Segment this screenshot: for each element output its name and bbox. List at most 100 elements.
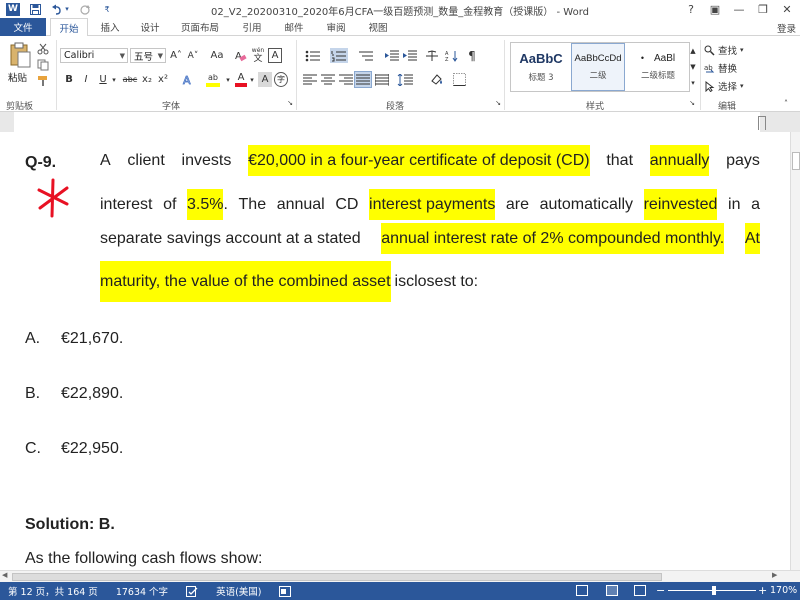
zoom-slider-thumb[interactable]: [712, 586, 716, 595]
question-text: A: [100, 152, 111, 169]
grow-font-button[interactable]: A˄: [168, 48, 184, 63]
show-marks-icon[interactable]: ¶: [464, 48, 480, 63]
print-layout-icon[interactable]: [606, 585, 618, 596]
proofing-icon[interactable]: [186, 585, 198, 597]
minimize-button[interactable]: —: [728, 1, 750, 17]
tab-layout[interactable]: 页面布局: [174, 18, 226, 36]
shading-icon[interactable]: [428, 72, 446, 87]
vertical-scrollbar[interactable]: [790, 132, 800, 570]
highlighted-text: reinvested: [643, 189, 718, 220]
collapse-ribbon-icon[interactable]: ˄: [780, 98, 792, 108]
restore-button[interactable]: ❐: [752, 1, 774, 17]
ribbon-tabs: 文件 开始 插入 设计 页面布局 引用 邮件 审阅 视图 登录: [0, 18, 800, 37]
phonetic-guide-button[interactable]: wén 文: [250, 46, 266, 64]
copy-icon[interactable]: [36, 58, 50, 72]
tab-references[interactable]: 引用: [236, 18, 268, 36]
select-button[interactable]: 选择 ▾: [704, 79, 744, 93]
zoom-in-button[interactable]: +: [758, 584, 767, 597]
text-run: of: [163, 196, 176, 214]
highlight-color-button[interactable]: ab: [204, 71, 222, 88]
styles-scroll-down-icon[interactable]: ▼: [688, 60, 698, 74]
borders-icon[interactable]: [450, 72, 468, 87]
cut-icon[interactable]: [36, 42, 50, 56]
help-button[interactable]: ?: [680, 1, 702, 17]
page-count[interactable]: 第 12 页，共 164 页: [8, 584, 98, 598]
close-button[interactable]: ✕: [776, 1, 798, 17]
document-page[interactable]: Q-9. Aclient invests €20,000 in a four-yea…: [0, 132, 790, 570]
login-link[interactable]: 登录: [777, 21, 796, 35]
multilevel-list-icon[interactable]: [356, 48, 376, 63]
style-level2[interactable]: AaBbCcDd 二级: [571, 43, 625, 91]
macro-recording-icon[interactable]: [279, 585, 292, 597]
line-spacing-icon[interactable]: [396, 72, 414, 87]
sort-icon[interactable]: AZ: [444, 48, 460, 63]
tab-home[interactable]: 开始: [50, 18, 88, 37]
ribbon-display-button[interactable]: ▣: [704, 1, 726, 17]
align-right-icon[interactable]: [338, 72, 354, 87]
find-button[interactable]: 查找 ▾: [704, 43, 744, 57]
paste-icon[interactable]: [6, 40, 34, 70]
font-color-swatch: [235, 83, 247, 87]
change-case-button[interactable]: Aa: [206, 48, 228, 63]
decrease-indent-icon[interactable]: [384, 48, 400, 63]
paragraph-dialog-launcher-icon[interactable]: ↘: [494, 98, 502, 108]
bullets-icon[interactable]: [304, 48, 322, 63]
tab-review[interactable]: 审阅: [320, 18, 352, 36]
distribute-icon[interactable]: [374, 72, 390, 87]
tab-insert[interactable]: 插入: [94, 18, 126, 36]
char-shading-button[interactable]: A: [258, 72, 272, 87]
align-left-icon[interactable]: [302, 72, 318, 87]
underline-button[interactable]: U: [96, 72, 110, 87]
justify-icon[interactable]: [354, 71, 372, 88]
zoom-out-button[interactable]: −: [656, 584, 665, 597]
option-letter: A.: [25, 330, 41, 347]
strikethrough-button[interactable]: abc: [121, 72, 139, 87]
superscript-button[interactable]: x²: [156, 72, 170, 87]
shrink-font-button[interactable]: A˅: [185, 48, 201, 63]
scroll-left-icon[interactable]: ◀: [2, 571, 7, 579]
format-painter-icon[interactable]: [36, 74, 50, 88]
read-mode-icon[interactable]: [576, 585, 588, 596]
text-run: invests: [182, 152, 232, 170]
increase-indent-icon[interactable]: [402, 48, 418, 63]
zoom-level[interactable]: 170%: [770, 585, 797, 596]
styles-scroll-up-icon[interactable]: ▲: [688, 44, 698, 58]
underline-dropdown-icon[interactable]: ▾: [110, 72, 118, 87]
clear-formatting-icon[interactable]: A: [232, 48, 248, 63]
subscript-button[interactable]: x₂: [140, 72, 154, 87]
char-border-button[interactable]: A: [268, 48, 282, 63]
tab-file[interactable]: 文件: [0, 18, 46, 36]
tab-mailings[interactable]: 邮件: [278, 18, 310, 36]
font-color-dropdown-icon[interactable]: ▾: [248, 72, 256, 87]
vertical-scroll-thumb[interactable]: [792, 152, 800, 170]
bold-button[interactable]: B: [62, 72, 76, 87]
enclose-char-button[interactable]: 字: [274, 72, 288, 87]
style-heading3[interactable]: AaBbC 标题 3: [513, 43, 569, 91]
language-indicator[interactable]: 英语(美国): [216, 584, 261, 598]
font-dialog-launcher-icon[interactable]: ↘: [286, 98, 294, 108]
font-size-combo[interactable]: 五号 ▼: [130, 48, 166, 63]
paste-label[interactable]: 粘贴: [8, 70, 27, 84]
asian-layout-icon[interactable]: [424, 48, 440, 63]
italic-button[interactable]: I: [79, 72, 93, 87]
word-count[interactable]: 17634 个字: [116, 584, 168, 598]
tab-design[interactable]: 设计: [134, 18, 166, 36]
horizontal-scrollbar[interactable]: ◀ ▶: [0, 570, 800, 582]
ruler[interactable]: [0, 112, 800, 132]
styles-more-icon[interactable]: ▾: [688, 76, 698, 90]
text-effects-icon[interactable]: A: [180, 72, 196, 87]
replace-button[interactable]: ab 替换: [704, 61, 737, 76]
numbering-icon[interactable]: [330, 48, 348, 63]
font-color-button[interactable]: A: [234, 71, 248, 88]
highlight-dropdown-icon[interactable]: ▾: [224, 72, 232, 87]
font-name-combo[interactable]: Calibri ▼: [60, 48, 128, 63]
tab-view[interactable]: 视图: [362, 18, 394, 36]
styles-dialog-launcher-icon[interactable]: ↘: [688, 98, 696, 108]
web-layout-icon[interactable]: [634, 585, 646, 596]
right-indent-marker[interactable]: [758, 116, 766, 130]
style-name: 二级: [589, 71, 607, 81]
style-level2-heading[interactable]: • AaBl 二级标题: [627, 43, 689, 91]
scroll-right-icon[interactable]: ▶: [772, 571, 777, 579]
align-center-icon[interactable]: [320, 72, 336, 87]
horizontal-scroll-thumb[interactable]: [12, 573, 662, 581]
